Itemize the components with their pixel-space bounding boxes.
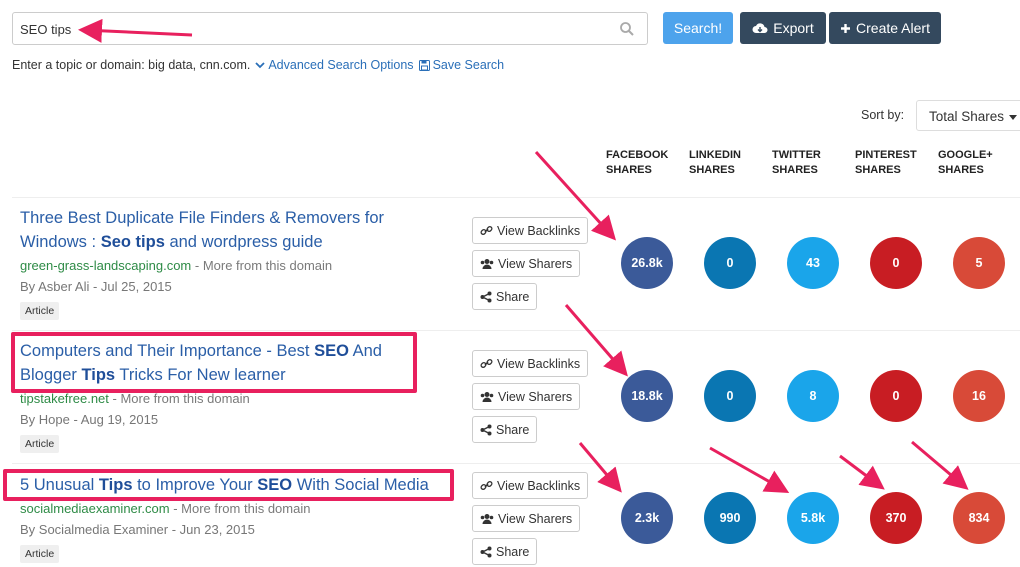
row-divider [12, 197, 1020, 198]
column-header-linkedin: LINKEDIN SHARES [689, 149, 741, 176]
result-byline: By Asber Ali - Jul 25, 2015 [20, 279, 172, 294]
share-icon [480, 424, 492, 435]
sort-label: Sort by: [861, 108, 905, 122]
advanced-search-link[interactable]: Advanced Search Options [255, 58, 414, 72]
users-icon [480, 391, 494, 402]
column-header-pinterest: PINTEREST SHARES [855, 149, 917, 176]
search-input[interactable]: SEO tips [12, 12, 648, 45]
share-button[interactable]: Share [472, 283, 538, 310]
caret-down-icon [1009, 114, 1018, 120]
share-button[interactable]: Share [472, 538, 538, 565]
share-icon [480, 546, 492, 557]
view-backlinks-button[interactable]: View Backlinks [472, 217, 589, 244]
users-icon [480, 513, 494, 524]
result-domain: tipstakefree.net - More from this domain [20, 391, 250, 406]
twitter-shares-count: 5.8k [787, 492, 839, 544]
view-sharers-button[interactable]: View Sharers [472, 250, 581, 277]
pinterest-shares-count: 0 [870, 237, 922, 289]
annotation-highlight-box [11, 332, 417, 393]
save-search-link[interactable]: Save Search [418, 58, 504, 72]
arrow-to-pinterest-3 [839, 454, 885, 490]
facebook-shares-count: 18.8k [621, 370, 673, 422]
search-input-value: SEO tips [20, 22, 72, 37]
facebook-shares-count: 2.3k [621, 492, 673, 544]
export-button[interactable]: Export [740, 12, 826, 44]
facebook-shares-count: 26.8k [621, 237, 673, 289]
result-domain: green-grass-landscaping.com - More from … [20, 258, 333, 273]
search-icon[interactable] [619, 21, 635, 37]
column-header-facebook: FACEBOOK SHARES [606, 149, 669, 176]
result-title-link[interactable]: Three Best Duplicate File Finders & Remo… [20, 206, 450, 254]
cloud-download-icon [752, 22, 768, 33]
plus-icon [841, 23, 851, 33]
row-divider [12, 330, 1020, 331]
pinterest-shares-count: 370 [870, 492, 922, 544]
chevron-down-icon [255, 62, 265, 69]
view-backlinks-button[interactable]: View Backlinks [472, 350, 589, 377]
result-type-badge: Article [20, 302, 60, 320]
link-icon [480, 480, 493, 491]
googleplus-shares-count: 834 [953, 492, 1005, 544]
share-icon [480, 291, 492, 302]
annotation-highlight-box [3, 469, 454, 501]
linkedin-shares-count: 990 [704, 492, 756, 544]
result-domain-link[interactable]: socialmediaexaminer.com [20, 501, 170, 516]
row-divider [12, 463, 1020, 464]
arrow-to-googleplus-3 [911, 440, 969, 490]
share-button[interactable]: Share [472, 416, 538, 443]
result-domain-link[interactable]: tipstakefree.net [20, 391, 109, 406]
column-header-googleplus: GOOGLE+ SHARES [938, 149, 993, 176]
result-type-badge: Article [20, 545, 60, 563]
result-domain: socialmediaexaminer.com - More from this… [20, 501, 311, 516]
link-icon [480, 358, 493, 369]
googleplus-shares-count: 16 [953, 370, 1005, 422]
sort-select[interactable]: Total Shares [916, 100, 1020, 131]
googleplus-shares-count: 5 [953, 237, 1005, 289]
view-sharers-button[interactable]: View Sharers [472, 383, 581, 410]
result-type-badge: Article [20, 435, 60, 453]
search-button[interactable]: Search! [663, 12, 733, 44]
view-backlinks-button[interactable]: View Backlinks [472, 472, 589, 499]
create-alert-button[interactable]: Create Alert [829, 12, 941, 44]
floppy-disk-icon [418, 59, 430, 71]
twitter-shares-count: 43 [787, 237, 839, 289]
search-hint: Enter a topic or domain: big data, cnn.c… [12, 58, 505, 72]
view-sharers-button[interactable]: View Sharers [472, 505, 581, 532]
result-domain-link[interactable]: green-grass-landscaping.com [20, 258, 191, 273]
users-icon [480, 258, 494, 269]
column-header-twitter: TWITTER SHARES [772, 149, 821, 176]
pinterest-shares-count: 0 [870, 370, 922, 422]
link-icon [480, 225, 493, 236]
linkedin-shares-count: 0 [704, 370, 756, 422]
result-byline: By Hope - Aug 19, 2015 [20, 412, 159, 427]
twitter-shares-count: 8 [787, 370, 839, 422]
linkedin-shares-count: 0 [704, 237, 756, 289]
arrow-to-twitter-3 [709, 446, 790, 493]
result-byline: By Socialmedia Examiner - Jun 23, 2015 [20, 522, 255, 537]
